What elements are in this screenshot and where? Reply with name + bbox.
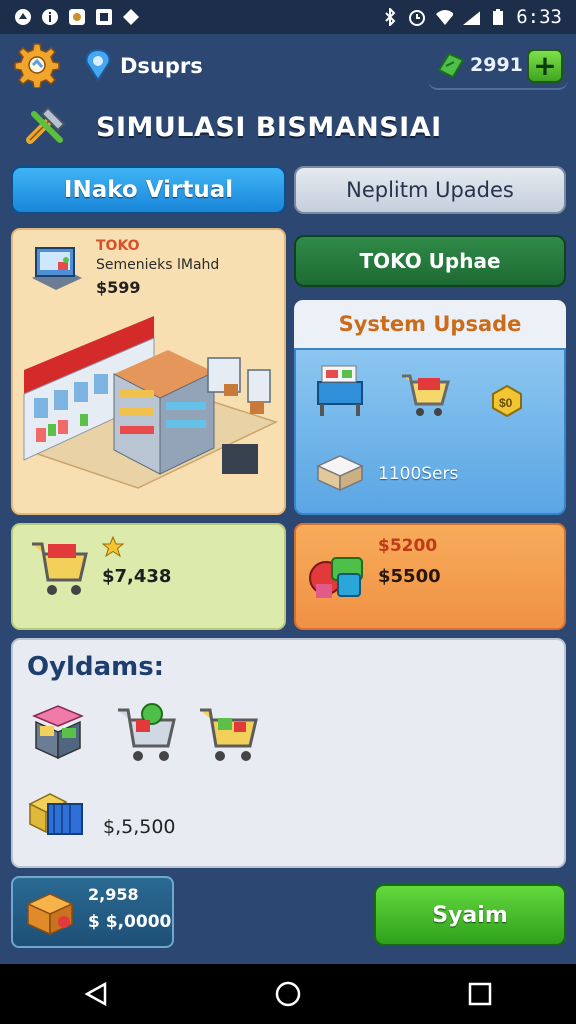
shopping-cart-icon[interactable] bbox=[198, 700, 260, 766]
cart-value: $7,438 bbox=[102, 566, 172, 587]
tab-toko-virtual[interactable]: INako Virtual bbox=[11, 166, 286, 214]
app-icon bbox=[95, 8, 113, 26]
produce-top-value: $5200 bbox=[378, 536, 438, 556]
store-label: TOKO bbox=[96, 238, 140, 254]
market-stall-icon[interactable] bbox=[28, 702, 88, 764]
treasure-box-icon bbox=[24, 884, 78, 938]
app-icon bbox=[68, 8, 86, 26]
shopping-cart-icon bbox=[30, 536, 90, 602]
money-line-1: 2,958 bbox=[88, 885, 139, 904]
wifi-icon bbox=[435, 8, 454, 26]
recents-icon[interactable] bbox=[460, 974, 500, 1014]
tab-upgrades[interactable]: Neplitm Upades bbox=[294, 166, 566, 214]
android-nav-bar bbox=[0, 964, 576, 1024]
build-tools-icon bbox=[22, 100, 72, 150]
storefront-icon bbox=[26, 238, 86, 298]
home-icon[interactable] bbox=[268, 974, 308, 1014]
svg-text:$0: $0 bbox=[499, 396, 513, 410]
status-time: 6:33 bbox=[516, 6, 562, 28]
player-name: Dsuprs bbox=[120, 54, 203, 78]
star-icon bbox=[101, 535, 125, 558]
system-action-button[interactable]: Syaim bbox=[374, 884, 566, 946]
status-bar: 6:33 bbox=[0, 0, 576, 34]
settings-gear-icon[interactable] bbox=[14, 42, 60, 89]
inventory-title: Oyldams: bbox=[27, 652, 165, 682]
store-subtitle: Semenieks lMahd bbox=[96, 257, 220, 273]
status-left-icons bbox=[14, 8, 140, 26]
system-upgrade-title: System Upsade bbox=[294, 300, 566, 348]
bluetooth-icon bbox=[381, 8, 399, 26]
battery-icon bbox=[489, 8, 507, 26]
diamond-icon bbox=[122, 8, 140, 26]
system-count: 1100Sers bbox=[378, 464, 459, 484]
produce-value: $5500 bbox=[378, 566, 441, 587]
notification-icon bbox=[14, 8, 32, 26]
inventory-price: $,5,500 bbox=[103, 816, 176, 838]
cashier-icon[interactable] bbox=[312, 362, 370, 420]
back-icon[interactable] bbox=[76, 974, 116, 1014]
storage-box-icon[interactable] bbox=[312, 444, 368, 496]
cart-upgrade-icon[interactable] bbox=[398, 368, 452, 422]
crates-icon[interactable] bbox=[26, 786, 90, 842]
gold-coin-icon[interactable]: $0 bbox=[490, 384, 524, 418]
isometric-store-illustration bbox=[18, 310, 280, 490]
shopping-cart-icon[interactable] bbox=[116, 700, 178, 766]
money-line-2: $ $,0000 bbox=[88, 912, 172, 932]
page-title: SIMULASI BISMANSIAI bbox=[96, 112, 442, 143]
coin-balance: 2991 bbox=[470, 54, 523, 76]
add-coins-button[interactable]: + bbox=[527, 49, 563, 83]
location-pin-icon bbox=[82, 48, 114, 82]
store-price: $599 bbox=[96, 278, 141, 297]
status-right-icons: 6:33 bbox=[381, 6, 562, 28]
fruit-bag-icon bbox=[306, 538, 372, 602]
alarm-icon bbox=[408, 8, 426, 26]
signal-icon bbox=[462, 8, 481, 26]
store-upgrade-button[interactable]: TOKO Uphae bbox=[294, 235, 566, 287]
info-icon bbox=[41, 8, 59, 26]
cash-icon bbox=[436, 50, 466, 80]
